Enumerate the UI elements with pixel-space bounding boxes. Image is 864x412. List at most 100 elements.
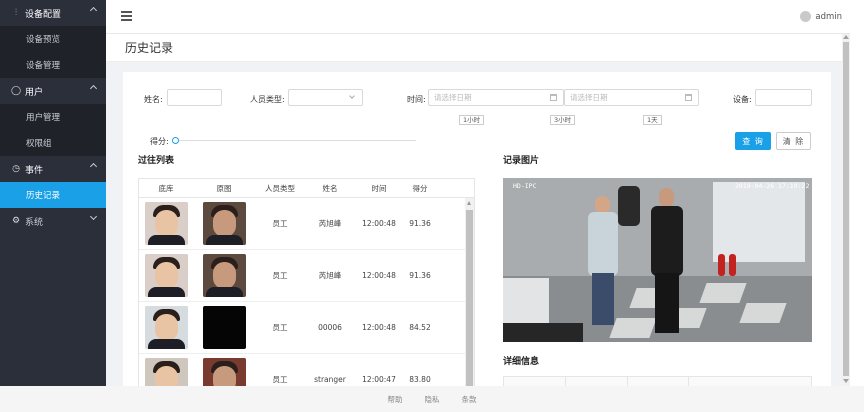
sidebar-item-user-manage[interactable]: 用户管理 bbox=[0, 104, 106, 130]
name-input[interactable] bbox=[167, 89, 222, 106]
scrollbar-thumb[interactable] bbox=[466, 210, 473, 387]
score-slider-track[interactable] bbox=[175, 140, 416, 141]
footer-link-help[interactable]: 帮助 bbox=[388, 394, 403, 405]
score-cell: 91.36 bbox=[409, 271, 431, 280]
sidebar-group-label: 设备配置 bbox=[25, 9, 62, 20]
query-button[interactable]: 查 询 bbox=[735, 132, 771, 150]
column-header: 人员类型 bbox=[265, 184, 295, 193]
device-input[interactable] bbox=[755, 89, 812, 106]
detail-title: 详细信息 bbox=[503, 357, 540, 367]
chevron-up-icon bbox=[89, 162, 98, 171]
quick-range-1h[interactable]: 1小时 bbox=[459, 115, 485, 125]
person-type-select[interactable] bbox=[288, 89, 363, 106]
quick-range-3h[interactable]: 3小时 bbox=[550, 115, 576, 125]
chevron-down-icon bbox=[89, 212, 98, 221]
name-cell: 芮旭峰 bbox=[318, 219, 342, 228]
footer-link-privacy[interactable]: 隐私 bbox=[425, 394, 440, 405]
library-face-photo bbox=[144, 358, 188, 387]
page-header: 历史记录 bbox=[106, 34, 858, 62]
time-cell: 12:00:48 bbox=[362, 271, 396, 280]
camera-label: HD-IPC bbox=[513, 182, 537, 190]
table-row[interactable]: 员工 芮旭峰 12:00:48 91.36 bbox=[139, 250, 474, 302]
page-scrollbar[interactable] bbox=[842, 34, 850, 386]
library-face-photo bbox=[144, 306, 188, 349]
history-list-title: 过往列表 bbox=[138, 156, 175, 166]
score-cell: 83.80 bbox=[409, 375, 431, 384]
time-label: 时间: bbox=[407, 95, 426, 104]
footer-link-terms[interactable]: 条款 bbox=[462, 394, 477, 405]
avatar bbox=[800, 11, 812, 22]
person-type-cell: 员工 bbox=[272, 375, 288, 384]
library-face-photo bbox=[144, 202, 188, 245]
sidebar-group-system[interactable]: ⚙ 系统 bbox=[0, 208, 106, 234]
column-header: 姓名 bbox=[322, 184, 338, 193]
end-date-input[interactable]: 请选择日期 bbox=[564, 89, 699, 106]
end-date-placeholder: 请选择日期 bbox=[570, 93, 608, 102]
library-face-photo bbox=[144, 254, 188, 297]
column-header: 得分 bbox=[412, 184, 428, 193]
sliders-icon: ⫶ bbox=[14, 8, 18, 18]
time-cell: 12:00:48 bbox=[362, 219, 396, 228]
table-header: 底库 原图 人员类型 姓名 时间 得分 bbox=[139, 179, 474, 198]
history-card: 姓名: 人员类型: 时间: 请选择日期 请选择日期 设备: 1小时 3小时 1天… bbox=[123, 72, 831, 388]
scroll-down-icon[interactable] bbox=[843, 379, 849, 383]
column-header: 原图 bbox=[216, 184, 232, 193]
time-cell: 12:00:48 bbox=[362, 323, 396, 332]
top-bar: admin bbox=[106, 0, 858, 34]
record-snapshot: HD-IPC 2019-04-26 17:19:22 bbox=[503, 178, 812, 342]
sidebar-item-history[interactable]: 历史记录 bbox=[0, 182, 106, 208]
person-type-cell: 员工 bbox=[272, 323, 288, 332]
sidebar: ⫶ 设备配置 设备预览 设备管理 ◯ 用户 用户管理 权限组 ◷ 事件 历史记录… bbox=[0, 0, 106, 386]
original-face-photo bbox=[202, 254, 246, 297]
sidebar-group-label: 用户 bbox=[25, 87, 44, 98]
page-title: 历史记录 bbox=[125, 41, 174, 55]
window-edge bbox=[850, 0, 864, 412]
username: admin bbox=[815, 11, 842, 22]
score-cell: 91.36 bbox=[409, 219, 431, 228]
calendar-icon bbox=[550, 94, 557, 101]
scrollbar-thumb[interactable] bbox=[843, 42, 849, 376]
sidebar-group-user[interactable]: ◯ 用户 bbox=[0, 78, 106, 104]
gear-icon: ⚙ bbox=[11, 216, 21, 226]
user-icon: ◯ bbox=[10, 86, 22, 96]
sidebar-item-permission-group[interactable]: 权限组 bbox=[0, 130, 106, 156]
start-date-placeholder: 请选择日期 bbox=[434, 93, 472, 102]
time-cell: 12:00:47 bbox=[362, 375, 396, 384]
table-row[interactable]: 员工 芮旭峰 12:00:48 91.36 bbox=[139, 198, 474, 250]
footer: 帮助 隐私 条款 bbox=[0, 386, 864, 412]
name-label: 姓名: bbox=[144, 95, 163, 104]
scroll-up-icon[interactable] bbox=[843, 35, 849, 39]
start-date-input[interactable]: 请选择日期 bbox=[428, 89, 564, 106]
name-cell: stranger bbox=[314, 375, 346, 384]
user-menu[interactable]: admin bbox=[800, 11, 842, 22]
sidebar-group-label: 事件 bbox=[25, 165, 44, 176]
column-header: 时间 bbox=[371, 184, 387, 193]
chevron-up-icon bbox=[89, 84, 98, 93]
sidebar-group-device-config[interactable]: ⫶ 设备配置 bbox=[0, 0, 106, 26]
score-cell: 84.52 bbox=[409, 323, 431, 332]
table-row[interactable]: 员工 stranger 12:00:47 83.80 bbox=[139, 354, 474, 387]
scroll-up-icon[interactable] bbox=[467, 201, 471, 205]
table-row[interactable]: 员工 00006 12:00:48 84.52 bbox=[139, 302, 474, 354]
sidebar-item-device-manage[interactable]: 设备管理 bbox=[0, 52, 106, 78]
name-cell: 芮旭峰 bbox=[318, 271, 342, 280]
history-table: 底库 原图 人员类型 姓名 时间 得分 员工 芮旭峰 12:00:48 91.3… bbox=[138, 178, 475, 388]
menu-toggle-icon[interactable] bbox=[121, 11, 132, 21]
clear-button[interactable]: 清 除 bbox=[776, 132, 811, 150]
original-face-photo bbox=[202, 358, 246, 387]
sidebar-item-device-preview[interactable]: 设备预览 bbox=[0, 26, 106, 52]
table-scrollbar[interactable] bbox=[465, 198, 474, 387]
score-slider-handle[interactable] bbox=[172, 137, 179, 144]
device-label: 设备: bbox=[733, 95, 752, 104]
person-type-cell: 员工 bbox=[272, 219, 288, 228]
record-image-title: 记录图片 bbox=[503, 156, 540, 166]
original-face-photo bbox=[202, 202, 246, 245]
sidebar-group-event[interactable]: ◷ 事件 bbox=[0, 156, 106, 182]
person-type-label: 人员类型: bbox=[250, 95, 285, 104]
calendar-icon bbox=[685, 94, 692, 101]
column-header: 底库 bbox=[158, 184, 174, 193]
chevron-up-icon bbox=[89, 6, 98, 15]
chevron-down-icon bbox=[349, 93, 355, 99]
snapshot-timestamp: 2019-04-26 17:19:22 bbox=[735, 182, 810, 190]
quick-range-1d[interactable]: 1天 bbox=[643, 115, 662, 125]
